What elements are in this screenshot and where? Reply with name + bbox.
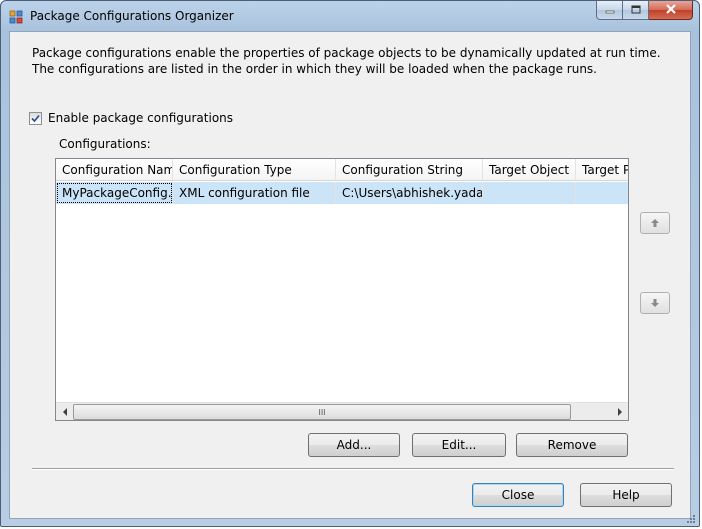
enable-configurations-checkbox[interactable] [29,111,42,125]
dialog-content: Package configurations enable the proper… [9,31,691,519]
arrow-down-icon [651,299,659,307]
edit-button[interactable]: Edit... [412,433,506,457]
column-header-configuration-string[interactable]: Configuration String [336,159,483,181]
arrow-up-icon [651,219,659,227]
remove-button[interactable]: Remove [516,433,628,457]
column-header-configuration-name[interactable]: Configuration Name [56,159,173,181]
scroll-right-button[interactable] [611,403,628,420]
scroll-left-icon [62,407,67,416]
window-title: Package Configurations Organizer [30,9,234,23]
table-row[interactable]: MyPackageConfig... XML configuration fil… [56,182,628,204]
close-button[interactable]: Close [472,483,564,507]
cell-configuration-string[interactable]: C:\Users\abhishek.yada... [336,182,483,204]
column-header-configuration-type[interactable]: Configuration Type [173,159,336,181]
separator [32,468,674,470]
grid-header: Configuration Name Configuration Type Co… [56,159,628,181]
window-controls [596,1,693,21]
resize-grip-icon[interactable] [686,513,696,523]
move-up-button[interactable] [640,212,670,234]
minimize-button[interactable] [596,1,623,20]
close-icon [665,3,677,17]
column-header-target-property[interactable]: Target Pr [576,159,628,181]
configurations-grid[interactable]: Configuration Name Configuration Type Co… [55,158,629,421]
scrollbar-thumb[interactable]: III [73,404,571,420]
enable-configurations-label: Enable package configurations [48,111,234,125]
column-header-target-object[interactable]: Target Object [483,159,576,181]
help-button[interactable]: Help [580,483,672,507]
close-window-button[interactable] [649,1,693,20]
cell-configuration-type[interactable]: XML configuration file [173,182,336,204]
package-icon [9,10,23,24]
cell-configuration-name[interactable]: MyPackageConfig... [56,182,173,204]
horizontal-scrollbar[interactable]: III [56,402,628,420]
minimize-icon [605,3,615,17]
dialog-window: Package Configurations Organizer Package… [0,0,700,527]
cell-target-object[interactable] [483,182,576,204]
checkmark-icon [31,114,40,122]
scrollbar-grip: III [318,407,326,417]
description-text: Package configurations enable the proper… [32,46,661,76]
add-button[interactable]: Add... [308,433,400,457]
enable-configurations-row[interactable]: Enable package configurations [29,111,233,125]
maximize-button[interactable] [623,1,649,20]
cell-target-property[interactable] [576,182,628,204]
maximize-icon [631,3,641,17]
title-bar[interactable]: Package Configurations Organizer [1,1,699,31]
scroll-right-icon [617,407,622,416]
scroll-left-button[interactable] [56,403,73,420]
move-down-button[interactable] [640,292,670,314]
configurations-label: Configurations: [59,137,151,151]
